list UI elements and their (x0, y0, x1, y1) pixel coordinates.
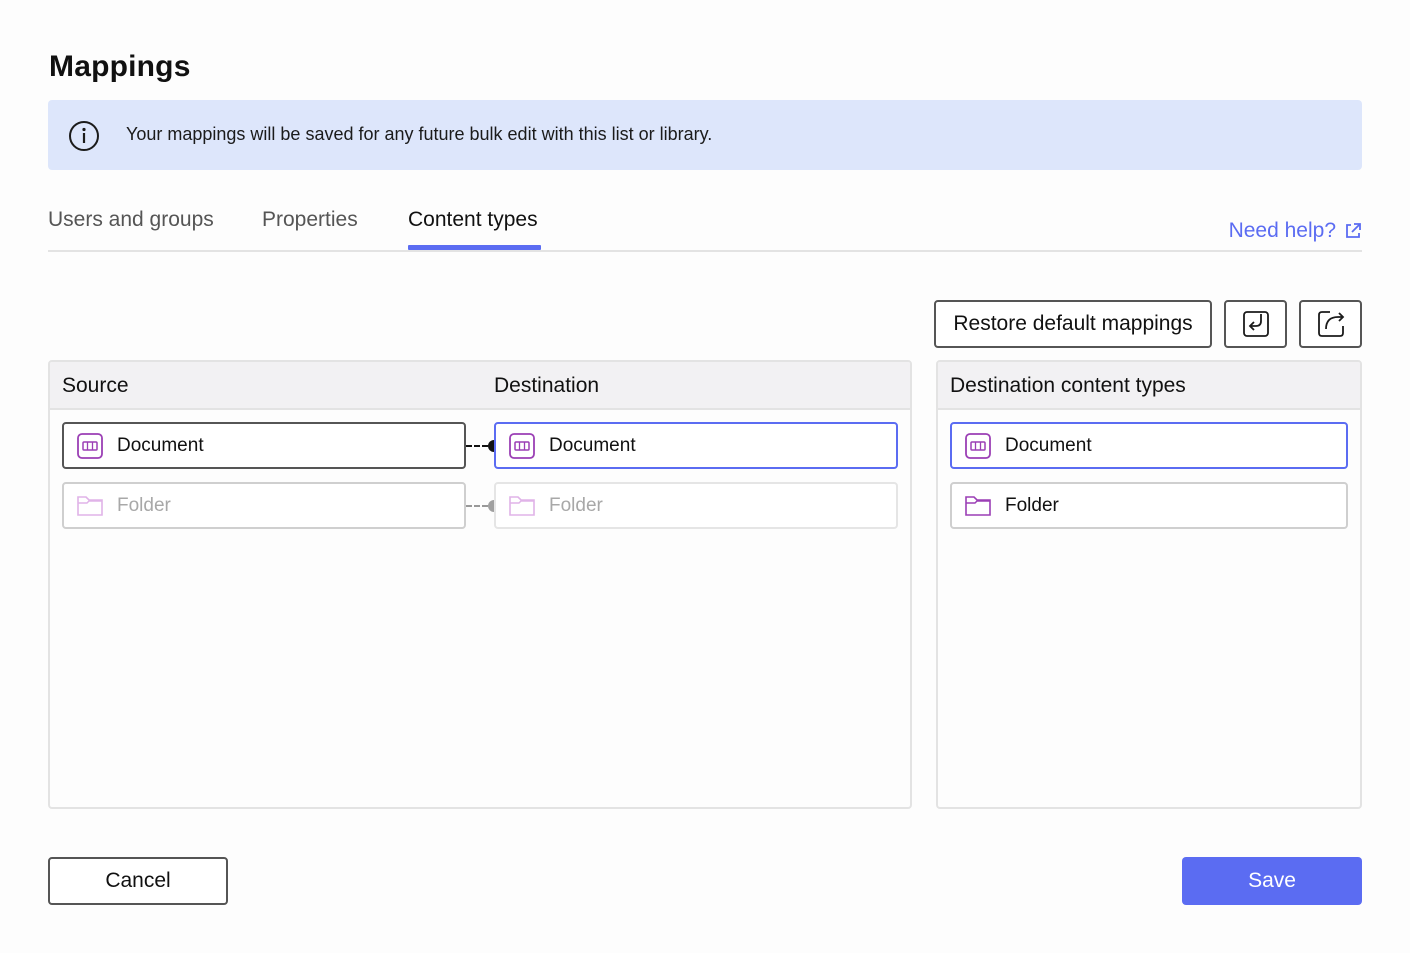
destination-column-header: Destination (494, 374, 600, 397)
info-icon (68, 120, 100, 157)
restore-default-mappings-button[interactable]: Restore default mappings (934, 300, 1212, 348)
folder-icon (965, 495, 991, 516)
dialog-title: Mappings (49, 50, 191, 83)
folder-icon (77, 495, 103, 516)
source-item-label: Folder (117, 494, 171, 516)
tab-content-types[interactable]: Content types (408, 208, 538, 232)
content-type-label: Folder (1005, 494, 1059, 516)
mapping-connector (466, 505, 488, 507)
source-item-label: Document (117, 434, 204, 456)
document-type-icon (77, 432, 103, 459)
folder-icon (509, 495, 535, 516)
cancel-label: Cancel (105, 869, 171, 892)
mapping-connector (466, 445, 488, 447)
banner-text: Your mappings will be saved for any futu… (126, 124, 713, 144)
content-type-folder[interactable]: Folder (950, 482, 1348, 529)
destination-types-header: Destination content types (938, 362, 1360, 410)
source-item-document[interactable]: Document (62, 422, 466, 469)
import-icon (1242, 311, 1269, 337)
document-type-icon (965, 432, 991, 459)
save-label: Save (1248, 869, 1296, 892)
content-type-label: Document (1005, 434, 1092, 456)
import-button[interactable] (1224, 300, 1287, 348)
destination-types-title: Destination content types (950, 374, 1186, 397)
mapping-panel-header: Source Destination (50, 362, 910, 410)
export-button[interactable] (1299, 300, 1362, 348)
need-help-label: Need help? (1228, 219, 1336, 242)
save-button[interactable]: Save (1182, 857, 1362, 905)
document-type-icon (509, 432, 535, 459)
destination-item-document[interactable]: Document (494, 422, 898, 469)
tab-users-and-groups[interactable]: Users and groups (48, 208, 214, 232)
need-help-link[interactable]: Need help? (1229, 219, 1362, 243)
mappings-dialog: Mappings Your mappings will be saved for… (0, 0, 1410, 953)
content-type-document[interactable]: Document (950, 422, 1348, 469)
destination-item-label: Document (549, 434, 636, 456)
restore-default-label: Restore default mappings (953, 312, 1193, 335)
source-item-folder: Folder (62, 482, 466, 529)
active-tab-indicator (408, 245, 541, 250)
source-column-header: Source (62, 374, 129, 397)
export-icon (1317, 311, 1344, 337)
tab-bar: Users and groups Properties Content type… (48, 200, 1362, 252)
cancel-button[interactable]: Cancel (48, 857, 228, 905)
destination-item-folder: Folder (494, 482, 898, 529)
tab-properties[interactable]: Properties (262, 208, 358, 232)
destination-item-label: Folder (549, 494, 603, 516)
external-link-icon (1346, 223, 1361, 238)
